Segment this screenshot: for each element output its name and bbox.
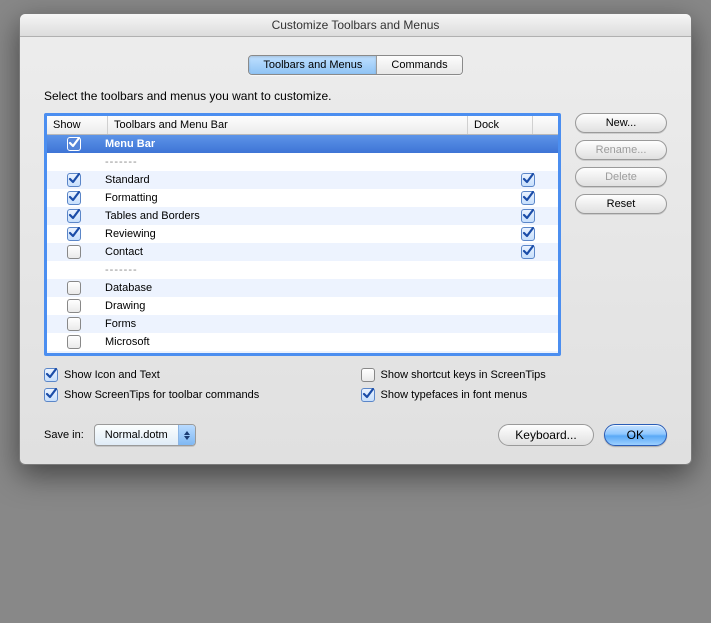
checkbox-icon[interactable] [67,137,81,151]
option-checkbox[interactable] [44,368,58,382]
delete-button[interactable]: Delete [575,167,667,187]
checkbox-icon[interactable] [67,227,81,241]
row-name-label: ------- [101,264,498,276]
row-name-label: Database [101,282,498,294]
row-name-label: Formatting [101,192,498,204]
checkbox-icon[interactable] [67,299,81,313]
checkbox-icon[interactable] [521,209,535,223]
table-row[interactable]: Tables and Borders [47,207,558,225]
row-name-label: Contact [101,246,498,258]
list-header: Show Toolbars and Menu Bar Dock [47,116,558,135]
table-row[interactable]: AutoText [47,351,558,353]
row-name-label: ------- [101,156,498,168]
table-row[interactable]: Formatting [47,189,558,207]
table-row[interactable]: ------- [47,153,558,171]
option-checkbox[interactable] [361,388,375,402]
save-in-label: Save in: [44,429,84,441]
list-body[interactable]: Menu Bar ------- Standard Formatting Tables … [47,135,558,353]
new-button[interactable]: New... [575,113,667,133]
checkbox-icon[interactable] [67,317,81,331]
table-row[interactable]: Microsoft [47,333,558,351]
row-name-label: Microsoft [101,336,498,348]
dialog-window: Customize Toolbars and Menus Toolbars an… [19,13,692,465]
dialog-content: Toolbars and MenusCommands Select the to… [20,37,691,412]
keyboard-button[interactable]: Keyboard... [498,424,593,446]
row-name-label: Standard [101,174,498,186]
checkbox-icon[interactable] [67,281,81,295]
window-title: Customize Toolbars and Menus [20,14,691,37]
table-row[interactable]: Reviewing [47,225,558,243]
table-row[interactable]: Menu Bar [47,135,558,153]
save-in-select[interactable]: Normal.dotm [94,424,196,446]
checkbox-icon[interactable] [67,245,81,259]
checkbox-icon[interactable] [521,227,535,241]
tab-toolbars-and-menus[interactable]: Toolbars and Menus [249,56,376,74]
save-in-value: Normal.dotm [95,429,178,441]
reset-button[interactable]: Reset [575,194,667,214]
shortcuts-label: Show shortcut keys in ScreenTips [381,369,546,381]
row-name-label: Reviewing [101,228,498,240]
checkbox-icon[interactable] [521,173,535,187]
checkbox-icon[interactable] [67,209,81,223]
row-name-label: Forms [101,318,498,330]
option-checkbox[interactable] [361,368,375,382]
table-row[interactable]: Standard [47,171,558,189]
row-name-label: Menu Bar [101,138,498,150]
typefaces-label: Show typefaces in font menus [381,389,528,401]
table-row[interactable]: ------- [47,261,558,279]
table-row[interactable]: Contact [47,243,558,261]
side-buttons: New... Rename... Delete Reset [575,113,667,356]
tab-strip: Toolbars and MenusCommands [44,55,667,75]
checkbox-icon[interactable] [521,245,535,259]
table-row[interactable]: Forms [47,315,558,333]
toolbar-list: Show Toolbars and Menu Bar Dock Menu Bar… [44,113,561,356]
row-name-label: Tables and Borders [101,210,498,222]
checkbox-icon[interactable] [67,191,81,205]
option-checkbox[interactable] [44,388,58,402]
checkbox-icon[interactable] [521,191,535,205]
col-show-header[interactable]: Show [47,116,108,134]
row-name-label: Drawing [101,300,498,312]
table-row[interactable]: Drawing [47,297,558,315]
checkbox-icon[interactable] [67,335,81,349]
tab-commands[interactable]: Commands [376,56,461,74]
checkbox-icon[interactable] [67,173,81,187]
col-name-header[interactable]: Toolbars and Menu Bar [108,116,468,134]
rename-button[interactable]: Rename... [575,140,667,160]
screentips-label: Show ScreenTips for toolbar commands [64,389,259,401]
options-area: Show Icon and Text Show ScreenTips for t… [44,368,667,408]
select-arrows-icon [178,425,195,445]
dialog-footer: Save in: Normal.dotm Keyboard... OK [20,412,691,464]
table-row[interactable]: Database [47,279,558,297]
col-dock-header[interactable]: Dock [468,116,533,134]
ok-button[interactable]: OK [604,424,667,446]
instruction-text: Select the toolbars and menus you want t… [44,89,667,103]
icon-text-label: Show Icon and Text [64,369,160,381]
